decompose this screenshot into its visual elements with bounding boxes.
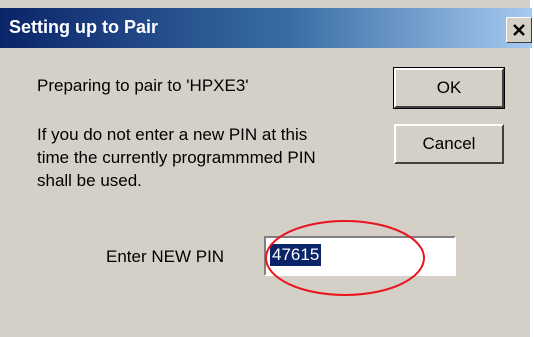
info-message-line-1: If you do not enter a new PIN at this [37, 125, 308, 144]
close-button[interactable] [506, 17, 532, 43]
info-message-line-2: time the currently programmmed PIN [37, 148, 316, 167]
info-message-line-3: shall be used. [37, 171, 142, 190]
preparing-message: Preparing to pair to 'HPXE3' [37, 76, 249, 95]
title-bar: Setting up to Pair [0, 8, 532, 48]
highlight-ellipse-annotation [265, 220, 425, 296]
dialog-title: Setting up to Pair [9, 17, 159, 37]
ok-button[interactable]: OK [393, 67, 505, 109]
pin-input-value[interactable]: 47615 [270, 244, 322, 266]
cancel-button[interactable]: Cancel [394, 124, 504, 164]
pair-setup-dialog: Setting up to Pair Preparing to pair to … [0, 0, 532, 337]
pin-input[interactable]: 47615 [264, 236, 456, 276]
pin-label: Enter NEW PIN [106, 247, 225, 266]
close-x-icon [513, 24, 525, 36]
